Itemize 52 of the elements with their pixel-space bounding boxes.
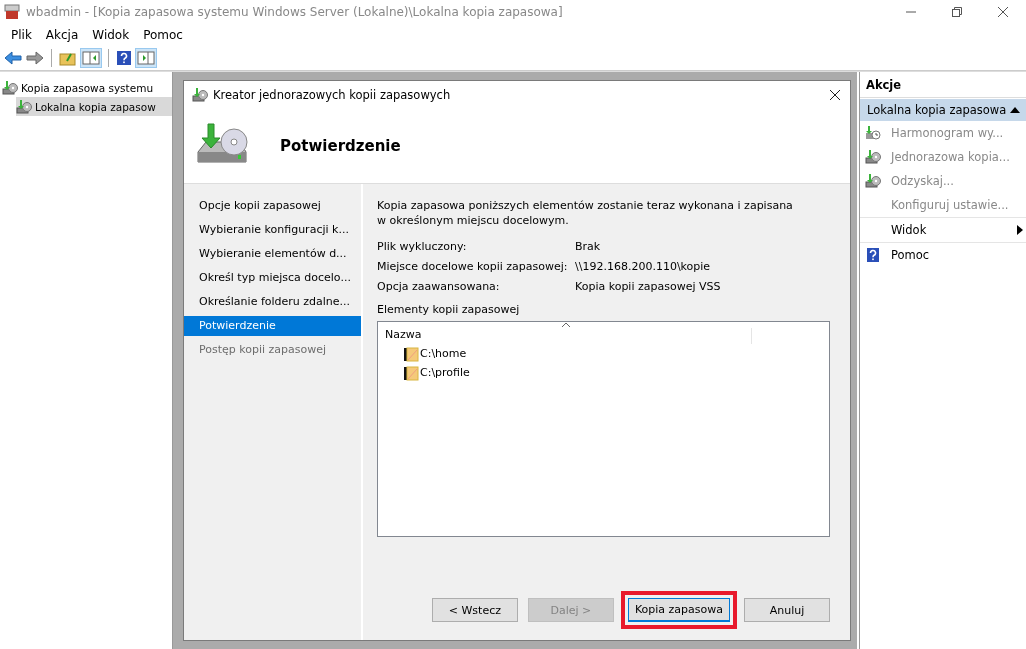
wizard-step[interactable]: Wybieranie konfiguracji k... <box>184 220 361 240</box>
summary-label: Miejsce docelowe kopii zapasowej: <box>377 260 569 273</box>
restore-icon <box>952 7 962 17</box>
tree-item[interactable]: Kopia zapasowa systemu <box>2 78 172 97</box>
app-icon <box>4 4 20 20</box>
folder-up-icon[interactable] <box>59 50 77 66</box>
section-header[interactable]: Lokalna kopia zapasowa <box>860 99 1026 121</box>
menu-item[interactable]: Plik <box>4 28 39 42</box>
action-item[interactable]: Widok <box>860 217 1026 243</box>
summary-value: Brak <box>575 240 602 253</box>
back-arrow-icon[interactable] <box>4 50 22 66</box>
list-item[interactable]: C:\home <box>420 347 467 360</box>
wizard-step[interactable]: Określ typ miejsca docelo... <box>184 268 361 288</box>
dialog-title: Kreator jednorazowych kopii zapasowych <box>213 88 452 102</box>
wizard-button[interactable]: < Wstecz <box>431 598 518 622</box>
wizard-step[interactable]: Wybieranie elementów d... <box>184 244 361 264</box>
help-icon[interactable] <box>116 50 132 66</box>
pane-title: Akcje <box>860 72 1026 98</box>
menu-item[interactable]: Widok <box>85 28 137 42</box>
wizard-step[interactable]: Potwierdzenie <box>184 316 361 336</box>
action-item[interactable]: Pomoc <box>860 243 1026 267</box>
wizard-step[interactable]: Opcje kopii zapasowej <box>184 196 361 216</box>
menu-item[interactable]: Akcja <box>38 28 86 42</box>
summary-value: \\192.168.200.110\kopie <box>575 260 712 273</box>
backup-icon <box>16 98 32 115</box>
window-title: wbadmin - [Kopia zapasowa systemu Windows Server (Lokalne)\Lokalna kopia zapasowa] <box>26 5 564 19</box>
schedule-icon <box>865 125 881 141</box>
description-text: Kopia zapasowa poniższych elementów zostanie teraz wykonana i zapisana w określonym miejscu docelowym. <box>377 198 794 228</box>
backup-icon <box>2 79 18 96</box>
backup-icon <box>865 149 881 165</box>
show-tree-icon[interactable] <box>81 49 101 67</box>
folder-icon <box>403 364 419 381</box>
backup-icon <box>865 173 881 189</box>
backup-icon <box>192 87 208 103</box>
page-heading: Potwierdzenie <box>280 137 401 155</box>
summary-value: Kopia kopii zapasowej VSS <box>575 280 722 293</box>
summary-label: Plik wykluczony: <box>377 240 468 253</box>
column-header[interactable]: Nazwa <box>378 328 752 344</box>
folder-icon <box>403 345 419 362</box>
collapse-caret-icon <box>1010 106 1020 114</box>
tree-item[interactable]: Lokalna kopia zapasow <box>16 97 172 116</box>
list-label: Elementy kopii zapasowej <box>377 303 521 316</box>
summary-label: Opcja zaawansowana: <box>377 280 501 293</box>
wizard-step[interactable]: Określanie folderu zdalne... <box>184 292 361 312</box>
list-item[interactable]: C:\profile <box>420 366 470 379</box>
forward-arrow-icon[interactable] <box>26 50 44 66</box>
show-actions-icon[interactable] <box>136 49 156 67</box>
sort-caret-icon <box>561 322 571 328</box>
close-icon <box>998 7 1008 17</box>
help-icon <box>865 247 881 263</box>
wizard-button[interactable]: Anuluj <box>744 598 830 622</box>
menu-item[interactable]: Pomoc <box>136 28 190 42</box>
